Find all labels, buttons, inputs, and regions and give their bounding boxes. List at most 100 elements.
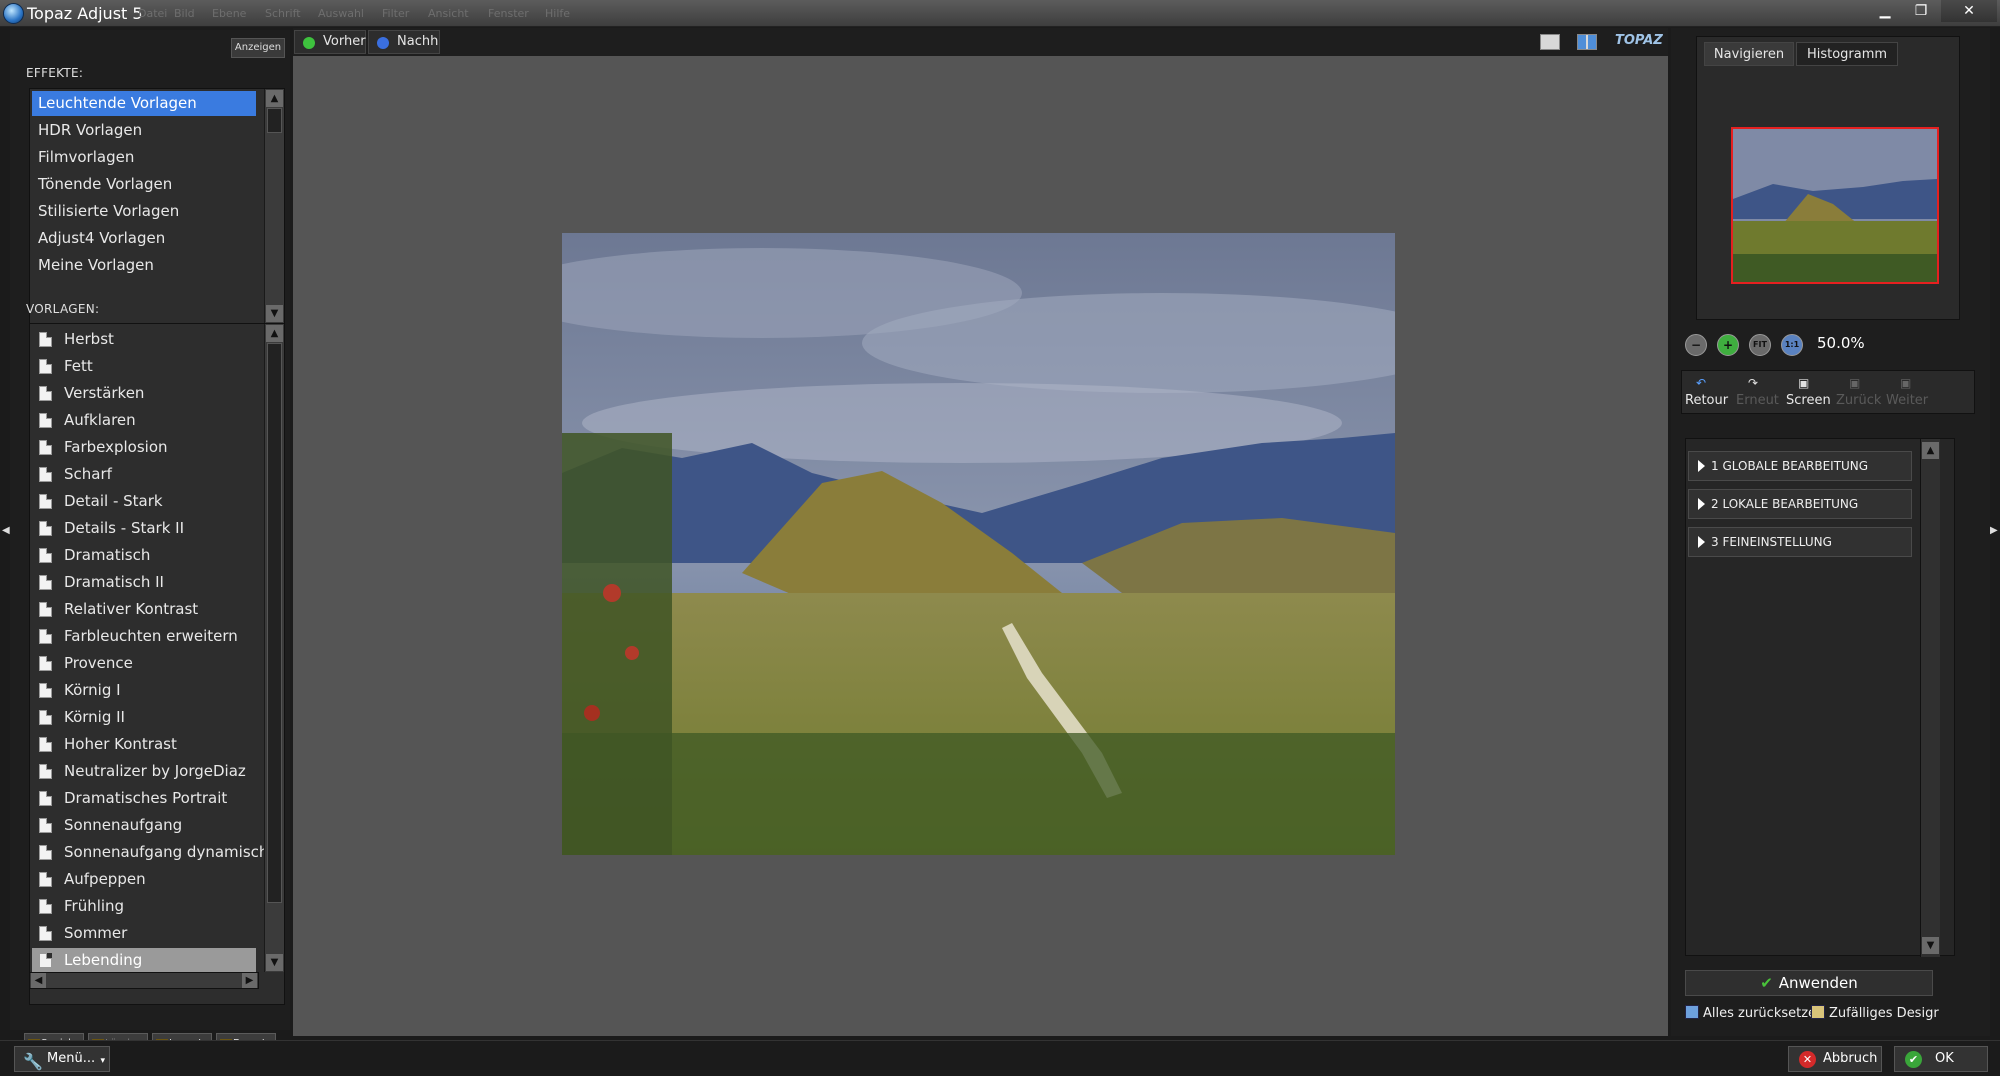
effects-item[interactable]: Adjust4 Vorlagen xyxy=(32,226,256,251)
preset-item[interactable]: Frühling xyxy=(32,894,256,919)
screen-button[interactable]: Screen xyxy=(1786,393,1831,408)
preset-item[interactable]: Verstärken xyxy=(32,381,256,406)
preset-label: Farbleuchten erweitern xyxy=(64,627,238,645)
preset-item[interactable]: Details - Stark II xyxy=(32,516,256,541)
effects-item[interactable]: Stilisierte Vorlagen xyxy=(32,199,256,224)
bg-menu-item: Ebene xyxy=(212,7,247,20)
document-icon xyxy=(39,656,52,671)
collapse-left-icon[interactable]: ◀ xyxy=(2,525,10,536)
cancel-label: Abbruch xyxy=(1823,1051,1878,1066)
preset-item[interactable]: Farbleuchten erweitern xyxy=(32,624,256,649)
effects-item[interactable]: HDR Vorlagen xyxy=(32,118,256,143)
preset-item[interactable]: Dramatisches Portrait xyxy=(32,786,256,811)
preset-item[interactable]: Farbexplosion xyxy=(32,435,256,460)
preset-item[interactable]: Dramatisch II xyxy=(32,570,256,595)
maximize-button[interactable]: ❐ xyxy=(1903,0,1939,22)
scroll-down-icon[interactable]: ▼ xyxy=(266,954,283,971)
undo-button[interactable]: Retour xyxy=(1685,393,1728,408)
right-panel: Navigieren Histogramm − + FIT 1:1 50.0% … xyxy=(1671,28,1990,1036)
ok-button[interactable]: ✔ OK xyxy=(1894,1046,1988,1072)
reset-icon xyxy=(1685,1005,1699,1019)
effects-item[interactable]: Filmvorlagen xyxy=(32,145,256,170)
preset-item[interactable]: Fett xyxy=(32,354,256,379)
landscape-image xyxy=(562,233,1395,855)
redo-icon: ↷ xyxy=(1748,376,1759,390)
reset-all-button[interactable]: Alles zurücksetze xyxy=(1685,1005,1816,1021)
presets-scrollbar[interactable]: ▲ ▼ xyxy=(264,324,284,972)
scroll-up-icon[interactable]: ▲ xyxy=(266,90,283,107)
topaz-app-icon xyxy=(3,3,24,24)
zoom-fit-icon[interactable]: FIT xyxy=(1749,334,1771,356)
adjustments-scrollbar[interactable]: ▲ ▼ xyxy=(1920,439,1940,957)
section-finishing-touches[interactable]: 3 FEINEINSTELLUNG xyxy=(1688,527,1912,557)
screen-icon: ▣ xyxy=(1798,376,1810,390)
preset-label: Neutralizer by JorgeDiaz xyxy=(64,762,246,780)
preset-item[interactable]: Aufklaren xyxy=(32,408,256,433)
scroll-thumb[interactable] xyxy=(267,108,282,133)
effects-item[interactable]: Leuchtende Vorlagen xyxy=(32,91,256,116)
redo-button[interactable]: Erneut xyxy=(1736,393,1779,408)
preset-item[interactable]: Neutralizer by JorgeDiaz xyxy=(32,759,256,784)
document-icon xyxy=(39,629,52,644)
minimize-button[interactable]: ▁ xyxy=(1867,0,1903,22)
apply-button[interactable]: ✔ Anwenden xyxy=(1685,970,1933,996)
scroll-thumb[interactable] xyxy=(267,343,282,903)
scroll-left-icon[interactable]: ◀ xyxy=(31,973,46,988)
scroll-up-icon[interactable]: ▲ xyxy=(266,325,283,342)
cancel-button[interactable]: ✕ Abbruch xyxy=(1788,1046,1882,1072)
preset-label: Sonnenaufgang dynamisch xyxy=(64,843,269,861)
tab-after[interactable]: Nachhe xyxy=(368,30,440,54)
effects-scrollbar[interactable]: ▲ ▼ xyxy=(264,89,284,323)
single-view-icon[interactable] xyxy=(1540,34,1560,50)
preset-item[interactable]: Provence xyxy=(32,651,256,676)
preset-item[interactable]: Herbst xyxy=(32,327,256,352)
preset-item[interactable]: Körnig I xyxy=(32,678,256,703)
preset-item[interactable]: Sommer xyxy=(32,921,256,946)
scroll-down-icon[interactable]: ▼ xyxy=(266,305,283,322)
preset-item[interactable]: Sonnenaufgang dynamisch xyxy=(32,840,268,865)
effects-item[interactable]: Tönende Vorlagen xyxy=(32,172,256,197)
scroll-right-icon[interactable]: ▶ xyxy=(242,973,257,988)
preset-label: Dramatisches Portrait xyxy=(64,789,228,807)
scroll-up-icon[interactable]: ▲ xyxy=(1922,442,1939,459)
presets-hscrollbar[interactable]: ◀ ▶ xyxy=(29,972,259,989)
show-button[interactable]: Anzeigen xyxy=(231,38,285,58)
preset-item[interactable]: Scharf xyxy=(32,462,256,487)
section-local-adjustment[interactable]: 2 LOKALE BEARBEITUNG xyxy=(1688,489,1912,519)
tab-histogram[interactable]: Histogramm xyxy=(1796,42,1898,66)
preview-image[interactable] xyxy=(562,233,1395,855)
collapse-right-icon[interactable]: ▶ xyxy=(1990,525,1998,536)
back-button[interactable]: Zurück xyxy=(1836,393,1881,408)
zoom-100-icon[interactable]: 1:1 xyxy=(1781,334,1803,356)
document-icon xyxy=(39,764,52,779)
forward-button[interactable]: Weiter xyxy=(1886,393,1928,408)
preset-item[interactable]: Körnig II xyxy=(32,705,256,730)
close-button[interactable]: ✕ xyxy=(1941,0,1997,22)
undo-icon: ↶ xyxy=(1696,376,1707,390)
tab-before[interactable]: Vorher xyxy=(294,30,366,54)
preset-item[interactable]: Dramatisch xyxy=(32,543,256,568)
navigator-frame xyxy=(1696,36,1960,320)
wrench-icon: 🔧 xyxy=(23,1052,43,1071)
preset-item[interactable]: Sonnenaufgang xyxy=(32,813,256,838)
navigator-image xyxy=(1733,129,1937,282)
section-global-adjustment[interactable]: 1 GLOBALE BEARBEITUNG xyxy=(1688,451,1912,481)
effects-item[interactable]: Meine Vorlagen xyxy=(32,253,256,278)
preset-item[interactable]: Aufpeppen xyxy=(32,867,256,892)
reset-label: Alles zurücksetze xyxy=(1703,1006,1817,1021)
preset-label: Körnig I xyxy=(64,681,121,699)
zoom-out-icon[interactable]: − xyxy=(1685,334,1707,356)
navigator-thumbnail[interactable] xyxy=(1731,127,1939,284)
preset-item[interactable]: Hoher Kontrast xyxy=(32,732,256,757)
preset-item[interactable]: Relativer Kontrast xyxy=(32,597,256,622)
preset-item[interactable]: Detail - Stark xyxy=(32,489,256,514)
zoom-in-icon[interactable]: + xyxy=(1717,334,1739,356)
random-design-button[interactable]: Zufälliges Desigr xyxy=(1811,1005,1939,1021)
scroll-down-icon[interactable]: ▼ xyxy=(1922,937,1939,954)
menu-button[interactable]: 🔧 Menü... ▾ xyxy=(14,1046,110,1072)
bg-menu-item: Bild xyxy=(174,7,195,20)
tab-navigate[interactable]: Navigieren xyxy=(1704,42,1794,66)
bg-menu-item: Ansicht xyxy=(428,7,469,20)
preset-item[interactable]: Lebending xyxy=(32,948,256,973)
split-view-icon[interactable] xyxy=(1577,34,1597,50)
